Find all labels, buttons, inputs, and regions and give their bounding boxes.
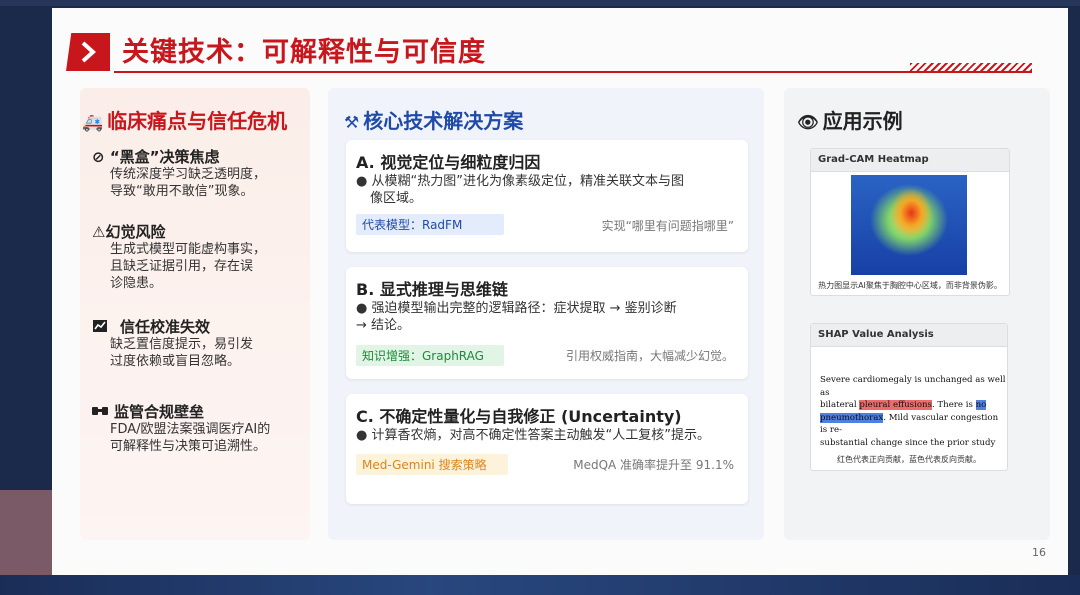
shap-line: bilateral pleural effusions. There is no	[820, 399, 1006, 412]
heatmap-image	[851, 175, 967, 275]
item-regulation-title: 监管合规壁垒	[92, 401, 204, 422]
shap-line: Severe cardiomegaly is unchanged as well…	[820, 374, 1006, 399]
card-body: ● 计算香农熵，对高不确定性答案主动触发“人工复核”提示。	[356, 427, 742, 444]
body-line: 诊隐患。	[110, 276, 163, 291]
gradcam-caption: 热力图显示AI聚焦于胸腔中心区域，而非背景伪影。	[818, 281, 1002, 290]
item-calibration-body: 缺乏置信度提示，易引发 过度依赖或盲目忽略。	[110, 336, 253, 370]
body-line: 且缺乏证据引用，存在误	[110, 259, 254, 274]
pain-points-heading-text: 临床痛点与信任危机	[107, 109, 288, 133]
gradcam-label: Grad-CAM Heatmap	[811, 149, 1009, 172]
scale-icon	[92, 407, 108, 415]
eye-icon: 👁	[797, 113, 819, 133]
shap-token: bilateral	[820, 400, 860, 411]
ambulance-icon: 🚑	[82, 113, 104, 133]
window-top-edge	[0, 0, 1080, 6]
body-line: → 结论。	[356, 318, 411, 333]
knowledge-tag: 知识增强：GraphRAG	[356, 345, 504, 366]
shap-caption: 红色代表正向贡献，蓝色代表反向贡献。	[837, 455, 981, 464]
item-calibration-title: 信任校准失效	[92, 316, 210, 337]
shap-label: SHAP Value Analysis	[811, 324, 1007, 347]
card-body: ● 强迫模型输出完整的逻辑路径：症状提取 → 鉴别诊断 → 结论。	[356, 300, 742, 334]
strategy-tag: Med-Gemini 搜索策略	[356, 454, 508, 475]
card-note: 实现“哪里有问题指哪里”	[601, 219, 734, 233]
examples-heading-text: 应用示例	[822, 109, 903, 133]
shap-text: Severe cardiomegaly is unchanged as well…	[820, 374, 1006, 450]
item-regulation-title-text: 监管合规壁垒	[114, 403, 205, 421]
item-calibration-title-text: 信任校准失效	[120, 318, 211, 336]
card-title: B. 显式推理与思维链	[356, 280, 508, 299]
item-regulation-body: FDA/欧盟法案强调医疗AI的 可解释性与决策可追溯性。	[110, 421, 270, 455]
item-blackbox-title-text: “黑盒”决策焦虑	[109, 148, 220, 166]
shap-line: substantial change since the prior study	[820, 437, 1006, 450]
shap-token: Severe cardiomegaly is unchanged as well…	[820, 375, 1006, 398]
shap-token-negative: no	[975, 400, 987, 411]
solutions-heading-text: 核心技术解决方案	[363, 109, 524, 133]
shap-token-positive: pleural effusions	[859, 400, 932, 411]
page-number: 16	[1032, 546, 1046, 559]
solutions-heading: ⚒ 核心技术解决方案	[344, 105, 523, 134]
solution-card-c: C. 不确定性量化与自我修正 (Uncertainty) ● 计算香农熵，对高不…	[346, 394, 748, 504]
card-title: A. 视觉定位与细粒度归因	[356, 153, 541, 172]
solution-card-b: B. 显式推理与思维链 ● 强迫模型输出完整的逻辑路径：症状提取 → 鉴别诊断 …	[346, 267, 748, 379]
card-body: ● 从模糊“热力图”进化为像素级定位，精准关联文本与图 像区域。	[356, 173, 742, 207]
item-hallucination-title-text: 幻觉风险	[105, 223, 166, 241]
body-line: 缺乏置信度提示，易引发	[110, 337, 254, 352]
body-line: 导致“敢用不敢信”现象。	[110, 184, 254, 199]
chart-icon	[93, 320, 107, 332]
body-line: 传统深度学习缺乏透明度，	[110, 167, 267, 182]
body-line: 生成式模型可能虚构事实，	[110, 242, 267, 257]
title-hatch-decoration	[910, 63, 1032, 71]
body-line: 可解释性与决策可追溯性。	[110, 439, 267, 454]
slide: 关键技术：可解释性与可信度 🚑 临床痛点与信任危机 ⊘ “黑盒”决策焦虑 传统深度…	[52, 8, 1068, 576]
gradcam-example: Grad-CAM Heatmap 热力图显示AI聚焦于胸腔中心区域，而非背景伪影…	[810, 148, 1010, 296]
shap-example: SHAP Value Analysis Severe cardiomegaly …	[810, 323, 1008, 471]
shap-token-negative: pneumothorax	[820, 412, 884, 423]
item-hallucination-title: ⚠幻觉风险	[92, 221, 165, 242]
body-line: ● 从模糊“热力图”进化为像素级定位，精准关联文本与图	[356, 174, 684, 189]
body-line: ● 强迫模型输出完整的逻辑路径：症状提取 → 鉴别诊断	[356, 301, 677, 316]
solution-card-a: A. 视觉定位与细粒度归因 ● 从模糊“热力图”进化为像素级定位，精准关联文本与…	[346, 140, 748, 252]
card-title: C. 不确定性量化与自我修正 (Uncertainty)	[356, 407, 682, 426]
slide-title: 关键技术：可解释性与可信度	[122, 37, 486, 68]
prohibited-icon: ⊘	[92, 148, 105, 166]
model-tag: 代表模型：RadFM	[356, 214, 504, 235]
item-hallucination-body: 生成式模型可能虚构事实， 且缺乏证据引用，存在误 诊隐患。	[110, 241, 266, 292]
chevron-right-icon	[66, 33, 110, 71]
window-bottom-edge	[0, 575, 1080, 595]
card-note: 引用权威指南，大幅减少幻觉。	[565, 349, 734, 363]
shap-line: pneumothorax. Mild vascular congestion i…	[820, 412, 1006, 437]
body-line: 过度依赖或盲目忽略。	[110, 354, 241, 369]
shap-token: . There is	[931, 400, 976, 411]
shap-token: substantial change since the prior study	[820, 437, 996, 448]
pain-points-heading: 🚑 临床痛点与信任危机	[82, 105, 287, 134]
examples-heading: 👁 应用示例	[797, 105, 903, 134]
body-line: FDA/欧盟法案强调医疗AI的	[110, 422, 271, 437]
body-line: ● 计算香农熵，对高不确定性答案主动触发“人工复核”提示。	[356, 428, 710, 443]
body-line: 像区域。	[370, 191, 423, 206]
title-underline	[114, 71, 1032, 73]
background-object	[0, 490, 58, 580]
warning-icon: ⚠	[92, 223, 106, 241]
item-blackbox-title: ⊘ “黑盒”决策焦虑	[92, 146, 220, 167]
item-blackbox-body: 传统深度学习缺乏透明度， 导致“敢用不敢信”现象。	[110, 166, 266, 200]
tools-icon: ⚒	[344, 113, 360, 133]
card-note: MedQA 准确率提升至 91.1%	[573, 458, 734, 472]
